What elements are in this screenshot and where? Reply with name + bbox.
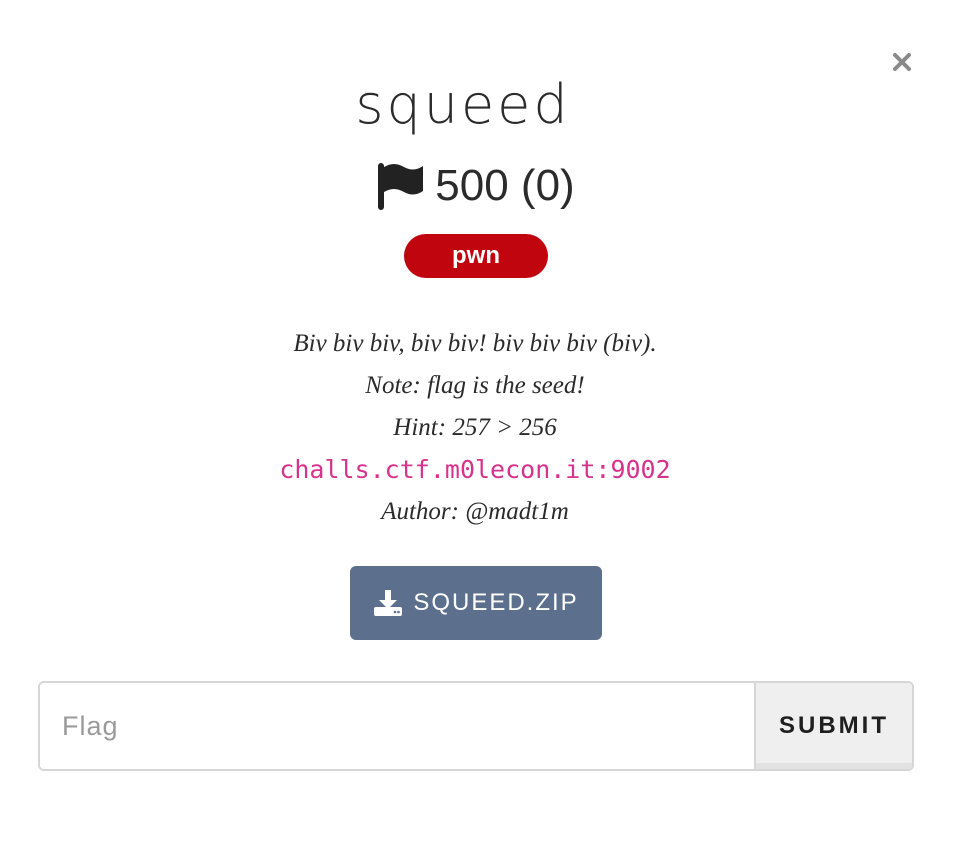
description-line: Note: flag is the seed! bbox=[365, 372, 585, 399]
download-icon bbox=[374, 590, 403, 616]
submit-button[interactable]: SUBMIT bbox=[754, 683, 912, 769]
challenge-modal: squeed 500 (0) pwn Biv biv biv, biv biv!… bbox=[0, 0, 964, 846]
points-row: 500 (0) bbox=[0, 156, 950, 216]
author-line: Author: @madt1m bbox=[381, 498, 569, 525]
flag-icon bbox=[378, 163, 424, 210]
connection-string: challs.ctf.m0lecon.it:9002 bbox=[279, 455, 671, 484]
challenge-description: Biv biv biv, biv biv! biv biv biv (biv).… bbox=[0, 323, 950, 533]
points-value: 500 (0) bbox=[435, 161, 575, 210]
challenge-title: squeed bbox=[355, 73, 571, 136]
download-file-button[interactable]: SQUEED.ZIP bbox=[350, 566, 602, 640]
close-icon bbox=[893, 53, 911, 71]
download-file-label: SQUEED.ZIP bbox=[413, 589, 579, 616]
description-line: Hint: 257 > 256 bbox=[393, 414, 557, 441]
flag-form: SUBMIT bbox=[38, 681, 914, 771]
description-line: Biv biv biv, biv biv! biv biv biv (biv). bbox=[293, 330, 657, 357]
flag-input[interactable] bbox=[40, 683, 754, 769]
category-tag: pwn bbox=[404, 234, 548, 278]
